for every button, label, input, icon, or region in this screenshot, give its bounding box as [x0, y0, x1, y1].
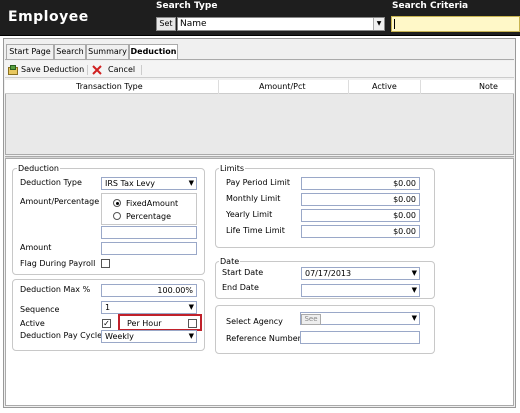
tab-divider [5, 59, 514, 60]
chevron-down-icon[interactable]: ▼ [373, 18, 384, 30]
search-criteria-label: Search Criteria [392, 1, 469, 11]
yearly-limit-label: Yearly Limit [226, 210, 273, 219]
tab-start-page[interactable]: Start Page [6, 44, 54, 59]
date-group-title: Date [219, 257, 241, 266]
deduction-type-label: Deduction Type [20, 178, 82, 187]
column-separator [420, 80, 421, 94]
column-header-active[interactable]: Active [372, 82, 397, 91]
pay-period-limit-input[interactable]: $0.00 [301, 177, 420, 190]
pay-cycle-select[interactable]: Weekly ▼ [101, 330, 197, 343]
column-header-note[interactable]: Note [479, 82, 498, 91]
column-separator [348, 80, 349, 94]
limits-group-title: Limits [219, 164, 245, 173]
sequence-label: Sequence [20, 305, 60, 314]
save-deduction-button[interactable]: Save Deduction [8, 63, 90, 76]
search-criteria-input[interactable] [391, 16, 520, 32]
toolbar-separator [141, 65, 142, 75]
monthly-limit-input[interactable]: $0.00 [301, 193, 420, 206]
active-label: Active [20, 319, 45, 328]
chevron-down-icon: ▼ [188, 179, 194, 187]
deduction-type-value: IRS Tax Levy [105, 179, 155, 188]
amount-percentage-input[interactable] [101, 226, 197, 239]
monthly-limit-label: Monthly Limit [226, 194, 281, 203]
start-date-value: 07/17/2013 [305, 269, 352, 278]
save-deduction-label: Save Deduction [21, 65, 85, 74]
tab-search[interactable]: Search [54, 44, 86, 59]
select-agency-label: Select Agency [226, 317, 283, 326]
deduction-max-label: Deduction Max % [20, 285, 91, 294]
search-type-value: Name [180, 19, 207, 29]
toolbar-separator [87, 65, 88, 75]
reference-number-label: Reference Number [226, 334, 301, 343]
search-type-label: Search Type [156, 1, 218, 11]
chevron-down-icon: ▼ [188, 332, 194, 340]
sequence-value: 1 [105, 303, 111, 312]
sequence-select[interactable]: 1 ▼ [101, 301, 197, 314]
cancel-button[interactable]: Cancel [92, 63, 138, 76]
pay-cycle-label: Deduction Pay Cycle [20, 331, 103, 340]
end-date-picker[interactable]: ▼ [301, 284, 420, 297]
text-cursor [394, 19, 395, 29]
pay-period-limit-label: Pay Period Limit [226, 178, 290, 187]
start-date-picker[interactable]: 07/17/2013 ▼ [301, 267, 420, 280]
fixed-amount-label: FixedAmount [126, 199, 179, 208]
column-separator [218, 80, 219, 94]
percentage-radio[interactable] [113, 212, 121, 220]
active-checkbox[interactable]: ✓ [102, 319, 111, 328]
deduction-type-select[interactable]: IRS Tax Levy ▼ [101, 177, 197, 190]
app-title: Employee [8, 9, 89, 25]
start-date-label: Start Date [222, 268, 264, 277]
cancel-label: Cancel [108, 65, 136, 74]
life-time-limit-label: Life Time Limit [226, 226, 285, 235]
chevron-down-icon: ▼ [411, 269, 417, 277]
amount-input[interactable] [101, 242, 197, 255]
reference-number-input[interactable] [300, 331, 420, 344]
pay-cycle-value: Weekly [105, 332, 134, 341]
save-icon [8, 65, 18, 75]
chevron-down-icon: ▼ [411, 286, 417, 294]
column-header-transaction-type[interactable]: Transaction Type [76, 82, 143, 91]
close-icon [92, 65, 102, 75]
percentage-label: Percentage [126, 212, 172, 221]
end-date-label: End Date [222, 283, 259, 292]
deduction-max-input[interactable]: 100.00% [101, 284, 197, 297]
tab-deduction[interactable]: Deduction [129, 44, 178, 60]
life-time-limit-input[interactable]: $0.00 [301, 225, 420, 238]
column-header-amount-pct[interactable]: Amount/Pct [259, 82, 306, 91]
per-hour-label: Per Hour [127, 319, 162, 328]
chevron-down-icon: ▼ [188, 303, 194, 311]
amount-label: Amount [20, 243, 52, 252]
per-hour-checkbox[interactable] [188, 319, 197, 328]
amount-percentage-label: Amount/Percentage [20, 197, 100, 206]
search-type-select[interactable]: Name ▼ [177, 17, 385, 31]
tab-summary[interactable]: Summary [86, 44, 129, 59]
flag-during-payroll-label: Flag During Payroll [20, 259, 96, 268]
deduction-group-title: Deduction [17, 164, 60, 173]
yearly-limit-input[interactable]: $0.00 [301, 209, 420, 222]
fixed-amount-radio[interactable] [113, 199, 121, 207]
flag-during-payroll-checkbox[interactable] [101, 259, 110, 268]
see-button[interactable]: See [301, 314, 321, 325]
set-button[interactable]: Set [156, 17, 176, 31]
chevron-down-icon: ▼ [411, 314, 417, 322]
